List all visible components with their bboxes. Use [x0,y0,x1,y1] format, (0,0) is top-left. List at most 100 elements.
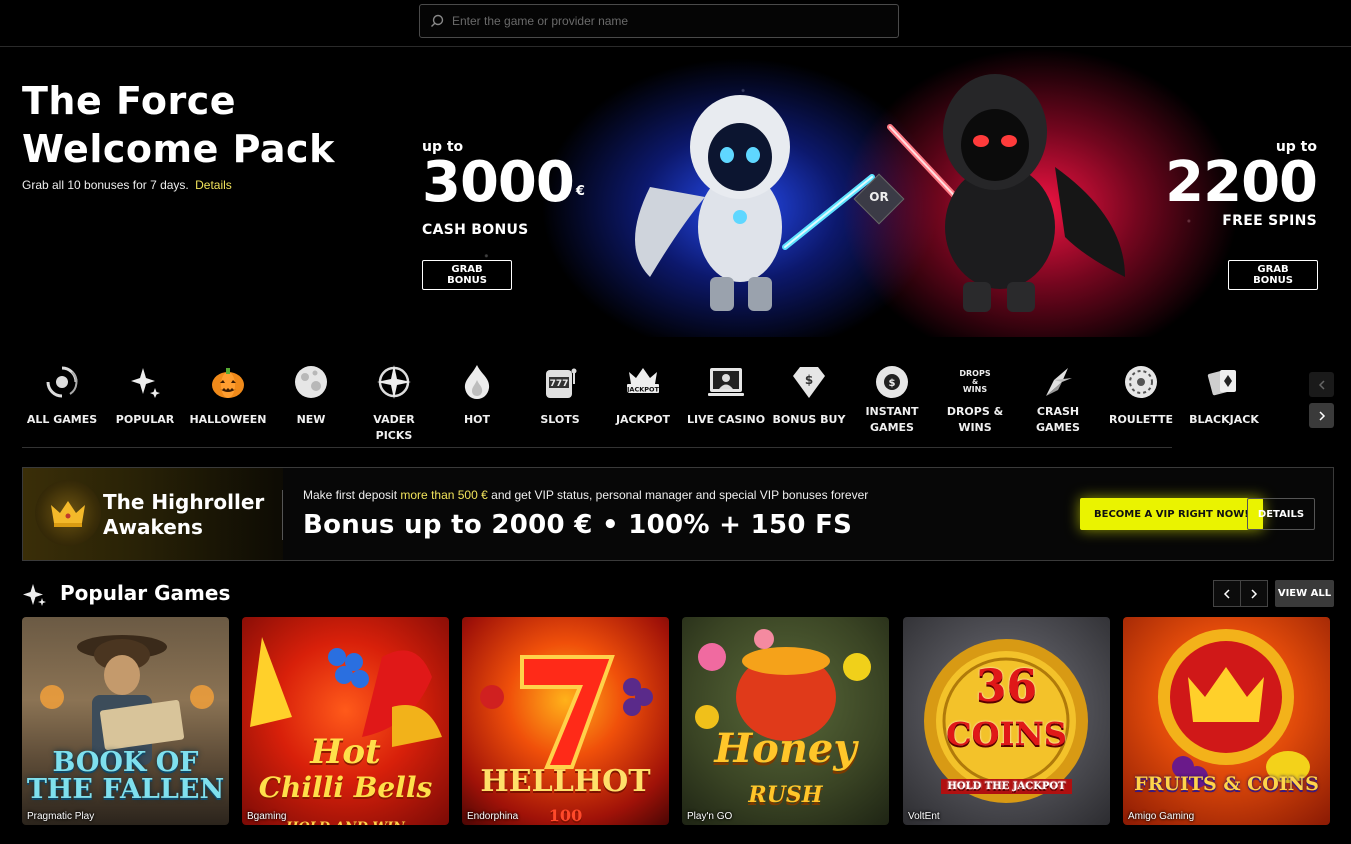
game-tile[interactable]: 36 COINS HOLD THE JACKPOT VoltEnt [903,617,1110,825]
category-slots[interactable]: 777 SLOTS [520,360,600,446]
category-new[interactable]: NEW [271,360,351,446]
sparkles-icon [23,584,46,606]
top-bar [0,0,1351,47]
grab-free-spins-button[interactable]: GRAB BONUS [1228,260,1318,290]
svg-text:$: $ [805,373,813,387]
hero-title: The Force Welcome Pack [22,79,335,171]
category-all-games[interactable]: ALL GAMES [22,360,102,446]
category-roulette[interactable]: ROULETTE [1101,360,1181,446]
category-partial[interactable]: T G [1267,360,1292,446]
category-crash-games[interactable]: CRASH GAMES [1018,360,1098,446]
cash-bonus-amount-value: 3000 [422,150,575,215]
category-vader-picks[interactable]: VADER PICKS [354,360,434,446]
game-tile[interactable]: Honey RUSH Play'n GO [682,617,889,825]
game-tile[interactable]: HELLHOT 100 Endorphina [462,617,669,825]
compass-star-icon [377,365,411,399]
become-vip-button[interactable]: BECOME A VIP RIGHT NOW! [1080,498,1263,530]
cash-bonus-currency: € [575,184,585,199]
cash-bonus-amount: 3000 € [422,155,585,220]
category-label: BONUS BUY [772,413,846,426]
galaxy-icon [46,366,78,398]
slot-machine-icon: 777 [546,368,577,398]
category-label: NEW [296,413,326,426]
cards-icon [1207,370,1236,396]
game-tile[interactable]: BOOK OF THE FALLEN Pragmatic Play [22,617,229,825]
category-label: LIVE CASINO [686,413,766,426]
category-label: HOT [463,413,491,426]
game-title: Honey RUSH [714,725,857,808]
category-label: DROPS & WINS [946,405,1004,434]
crown-badge [35,480,101,546]
game-title: BOOK OF THE FALLEN [26,747,225,805]
svg-text:777: 777 [550,379,569,389]
game-provider: Bgaming [247,811,287,822]
category-live-casino[interactable]: LIVE CASINO [686,360,766,446]
live-dealer-icon [708,368,744,396]
search-icon [431,14,444,27]
popular-games-row: BOOK OF THE FALLEN Pragmatic Play Hot Chil… [22,617,1332,825]
vip-text-after: and get VIP status, personal manager and… [491,488,869,502]
category-jackpot[interactable]: JACKPOT JACKPOT [603,360,683,446]
vip-banner-left: The Highroller Awakens [23,468,283,560]
svg-text:$: $ [889,378,896,389]
vip-title: The Highroller Awakens [103,490,265,539]
grab-cash-bonus-button[interactable]: GRAB BONUS [422,260,512,290]
roulette-icon [1125,366,1157,398]
category-bonus-buy[interactable]: $ BONUS BUY [769,360,849,446]
search-box[interactable] [419,4,899,38]
category-label: BLACKJACK [1189,413,1259,426]
cash-bonus-label: CASH BONUS [422,222,529,238]
game-title: 36 COINS HOLD THE JACKPOT [903,665,1110,797]
category-label: ROULETTE [1108,413,1174,426]
category-label: SLOTS [540,413,580,426]
game-title: FRUITS & COINS [1134,773,1319,795]
view-all-button[interactable]: VIEW ALL [1275,580,1334,607]
popular-next-button[interactable] [1240,580,1268,607]
hero-subtitle-text: Grab all 10 bonuses for 7 days. [22,178,189,192]
or-label: OR [869,190,889,204]
svg-text:WINS: WINS [963,385,987,394]
category-bar: ALL GAMES POPULAR HALLOWEEN NEW VADER PI… [22,360,1292,448]
crown-icon [51,501,85,527]
game-provider: Endorphina [467,811,519,822]
game-provider: VoltEnt [908,811,940,822]
game-provider: Pragmatic Play [27,811,95,822]
chevron-right-icon [1318,410,1325,421]
game-provider: Amigo Gaming [1128,811,1195,822]
game-tile[interactable]: FRUITS & COINS Amigo Gaming [1123,617,1330,825]
flame-icon [464,365,490,399]
category-drops-wins[interactable]: DROPS & WINS DROPS & WINS [935,360,1015,446]
category-halloween[interactable]: HALLOWEEN [188,360,268,446]
popular-games-header: Popular Games VIEW ALL [22,578,1334,610]
category-scroll-right-button[interactable] [1309,403,1334,428]
free-spins-offer: up to 2200 FREE SPINS [1165,139,1318,229]
pumpkin-icon [212,368,244,398]
jackpot-crown-icon: JACKPOT [626,368,660,394]
category-instant-games[interactable]: $ INSTANT GAMES [852,360,932,446]
vip-banner: The Highroller Awakens Make first deposi… [22,467,1334,561]
starfighter-icon [1046,368,1072,396]
chevron-left-icon [1223,588,1230,599]
chevron-right-icon [1251,588,1258,599]
category-divider [22,447,1172,448]
search-input[interactable] [452,14,872,28]
category-popular[interactable]: POPULAR [105,360,185,446]
game-tile[interactable]: HotChilli BellsHOLD AND WIN Bgaming [242,617,449,825]
category-label: INSTANT GAMES [865,405,919,434]
category-label: ALL GAMES [26,413,98,426]
category-blackjack[interactable]: BLACKJACK [1184,360,1264,446]
vip-details-button[interactable]: DETAILS [1247,498,1315,530]
diamond-icon: $ [793,367,825,398]
cash-bonus-offer: up to 3000 € CASH BONUS [422,139,585,238]
hero-details-link[interactable]: Details [195,178,232,192]
category-label: T G [1267,404,1292,420]
category-hot[interactable]: HOT [437,360,517,446]
moon-icon [295,366,327,398]
partial-icon [1287,362,1292,402]
category-scroll-left-button[interactable] [1309,372,1334,397]
category-label: POPULAR [115,413,175,426]
free-spins-label: FREE SPINS [1222,213,1317,229]
hero-subtitle: Grab all 10 bonuses for 7 days. Details [22,178,232,192]
svg-text:DROPS: DROPS [959,369,990,378]
popular-prev-button[interactable] [1213,580,1241,607]
